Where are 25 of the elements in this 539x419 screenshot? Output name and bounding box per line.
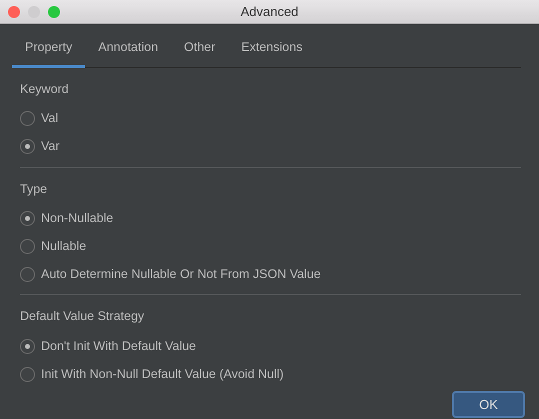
radio-option[interactable]: Var <box>20 132 60 160</box>
radio-button[interactable] <box>20 111 35 126</box>
tab[interactable]: Other <box>171 34 228 68</box>
radio-option[interactable]: Don't Init With Default Value <box>20 332 196 360</box>
tab[interactable]: Property <box>12 34 86 68</box>
tab[interactable]: Extensions <box>228 34 316 68</box>
maximize-icon[interactable] <box>48 6 60 18</box>
close-icon[interactable] <box>8 6 20 18</box>
radio-button[interactable] <box>20 139 35 154</box>
radio-option[interactable]: Nullable <box>20 232 86 260</box>
tab[interactable]: Annotation <box>85 34 172 68</box>
radio-button[interactable] <box>20 338 35 354</box>
radio-option[interactable]: Init With Non-Null Default Value (Avoid Null) <box>20 360 284 384</box>
section-heading: Type <box>20 180 48 198</box>
radio-button[interactable] <box>20 238 35 254</box>
section-heading: Default Value Strategy <box>20 308 146 326</box>
radio-option[interactable]: Val <box>20 104 58 132</box>
radio-button[interactable] <box>20 266 35 282</box>
radio-option[interactable]: Auto Determine Nullable Or Not From JSON Value <box>20 260 321 288</box>
ok-button[interactable]: OK <box>452 390 525 418</box>
section-heading: Keyword <box>20 80 70 98</box>
radio-option[interactable]: Non-Nullable <box>20 204 114 232</box>
radio-button[interactable] <box>20 210 35 226</box>
window-title: Advanced <box>240 4 298 19</box>
radio-button[interactable] <box>20 366 35 382</box>
